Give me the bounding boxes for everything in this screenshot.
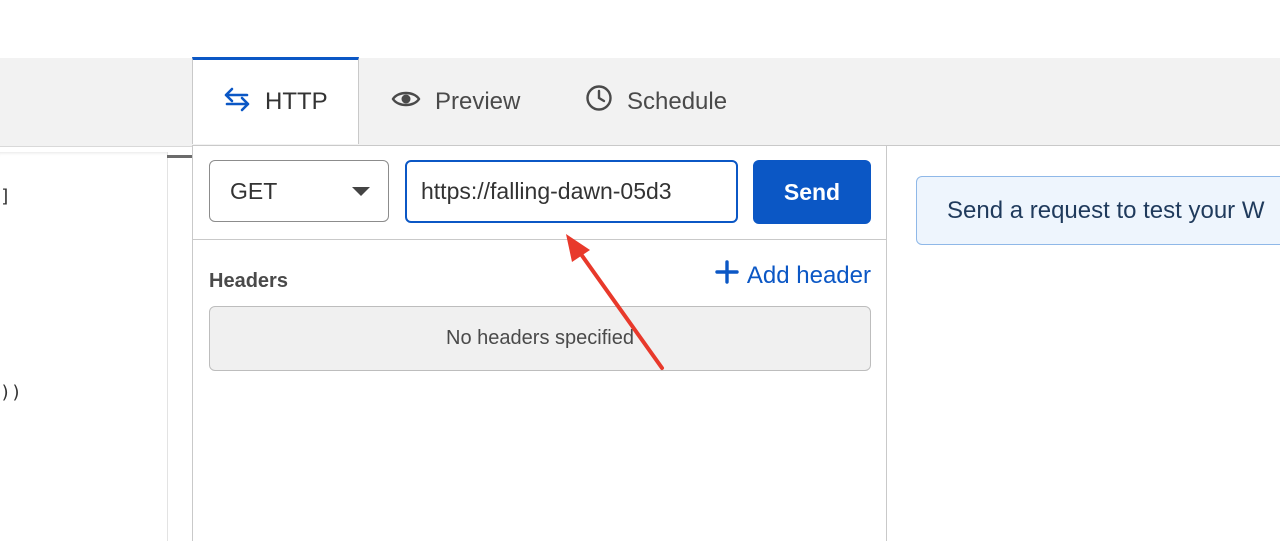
response-banner-text: Send a request to test your W xyxy=(947,196,1265,224)
tab-schedule-label: Schedule xyxy=(627,87,728,115)
headers-label: Headers xyxy=(209,270,288,292)
tab-schedule[interactable]: Schedule xyxy=(585,58,727,145)
method-value: GET xyxy=(230,177,278,204)
no-headers-text: No headers specified xyxy=(446,327,634,349)
plus-icon xyxy=(715,260,747,291)
response-info-banner: Send a request to test your W xyxy=(916,176,1280,245)
arrows-swap-icon xyxy=(223,85,265,120)
eye-icon xyxy=(391,88,435,116)
caret-down-icon xyxy=(352,187,370,196)
code-editor[interactable]: ] )) xyxy=(0,152,168,541)
tab-http[interactable]: HTTP xyxy=(192,57,359,144)
add-header-button[interactable]: Add header xyxy=(715,260,871,291)
tab-preview-label: Preview xyxy=(435,87,521,115)
tab-bar: HTTP Preview Schedule xyxy=(192,57,1280,146)
code-line: ] xyxy=(0,186,11,207)
method-select[interactable]: GET xyxy=(209,160,389,222)
divider xyxy=(193,239,886,240)
url-input[interactable] xyxy=(405,160,738,223)
editor-scrollbar[interactable] xyxy=(167,155,192,158)
tab-http-label: HTTP xyxy=(265,88,328,115)
clock-icon xyxy=(585,84,627,119)
request-panel: GET Send Headers Add header No headers s… xyxy=(192,146,887,541)
add-header-label: Add header xyxy=(746,261,871,289)
code-line: )) xyxy=(0,382,22,403)
tab-preview[interactable]: Preview xyxy=(391,58,520,145)
headers-empty-state: No headers specified xyxy=(209,306,871,371)
send-button[interactable]: Send xyxy=(753,160,871,224)
editor-header xyxy=(0,58,192,147)
